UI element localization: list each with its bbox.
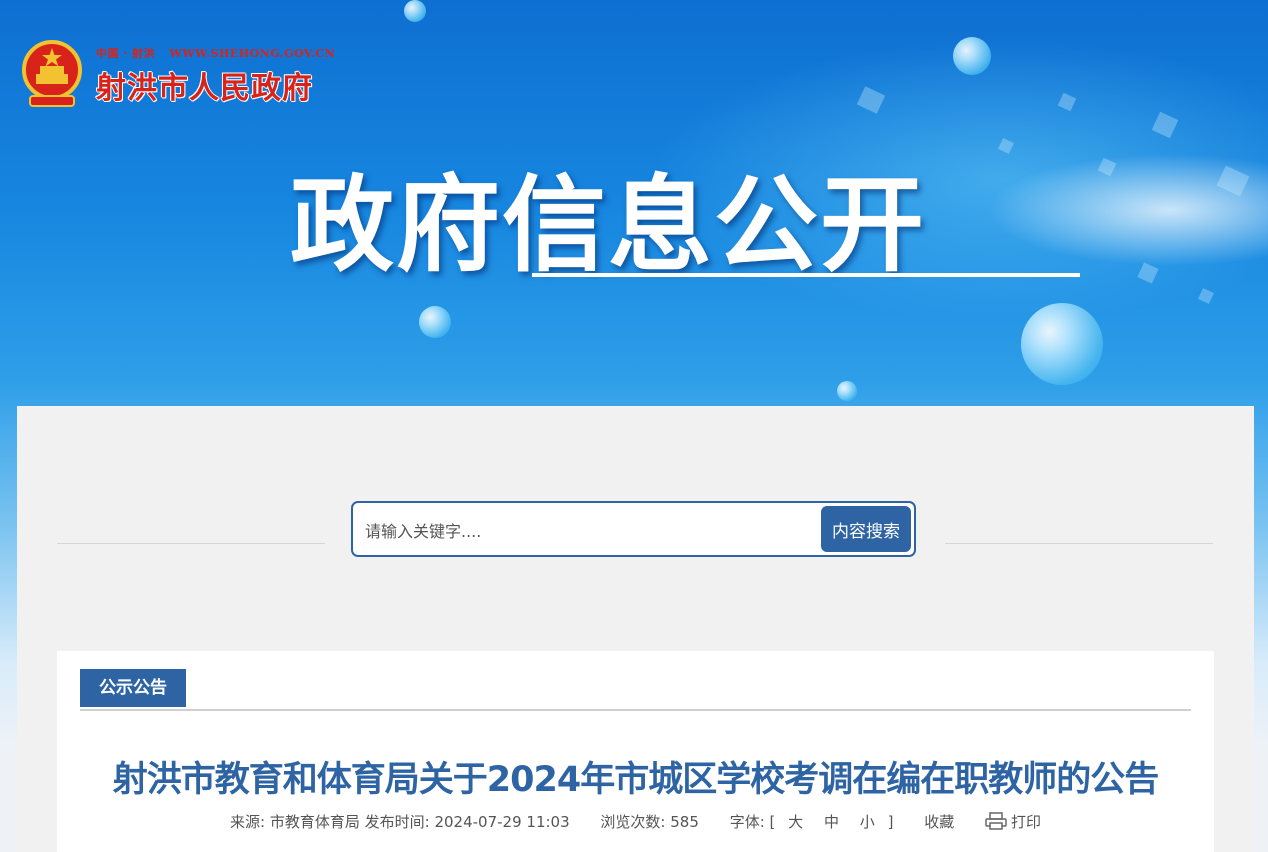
decorative-bubble [837,381,857,401]
category-tab-bar: 公示公告 [80,669,1191,711]
logo-country-city: 中国 · 射洪 [96,47,155,60]
source-label: 来源: [229,813,266,831]
decorative-bubble [404,0,426,22]
search-row: 内容搜索 [17,501,1254,561]
print-link[interactable]: 打印 [985,811,1041,832]
source-value: 市教育体育局 [269,813,360,831]
bracket-close: ] [887,813,894,831]
font-size-medium-button[interactable]: 中 [824,811,839,832]
font-size-large-button[interactable]: 大 [788,811,803,832]
decorative-cube [1137,262,1159,284]
site-logo[interactable]: 中国 · 射洪 WWW.SHEHONG.GOV.CN 射洪市人民政府 [20,40,335,112]
bracket-open: [ [769,813,776,831]
logo-subtitle: 中国 · 射洪 WWW.SHEHONG.GOV.CN [96,45,335,61]
content-panel: 内容搜索 公示公告 射洪市教育和体育局关于2024年市城区学校考调在编在职教师的… [17,406,1254,852]
hero-title: 政府信息公开 [290,164,927,286]
search-input[interactable] [363,515,817,547]
logo-domain: WWW.SHEHONG.GOV.CN [169,47,336,60]
views-value: 585 [670,813,699,831]
favorite-link[interactable]: 收藏 [924,811,954,832]
font-size-small-button[interactable]: 小 [860,811,875,832]
decorative-cube [998,138,1014,154]
site-name: 射洪市人民政府 [96,71,313,106]
printer-icon [985,812,1007,830]
print-label: 打印 [1011,813,1042,831]
decorative-cube [1097,157,1117,177]
search-box: 内容搜索 [351,501,916,557]
hero-underline [532,273,1080,277]
divider-right [945,543,1213,544]
article-meta: 来源: 市教育体育局 发布时间: 2024-07-29 11:03 浏览次数: … [57,811,1214,832]
article-title: 射洪市教育和体育局关于2024年市城区学校考调在编在职教师的公告 [112,760,1159,800]
decorative-cube [1057,92,1077,112]
divider-left [57,543,325,544]
decorative-cube [1151,111,1179,139]
decorative-bubble [419,306,451,338]
search-button[interactable]: 内容搜索 [821,506,911,552]
published-label: 发布时间: [364,813,430,831]
article-card: 公示公告 射洪市教育和体育局关于2024年市城区学校考调在编在职教师的公告 来源… [57,651,1214,852]
tab-announcements[interactable]: 公示公告 [80,669,186,707]
decorative-cube [1216,165,1250,197]
decorative-cube [1198,288,1214,304]
decorative-bubble [1021,303,1103,385]
views-label: 浏览次数: [600,813,666,831]
font-size-label: 字体: [729,813,765,831]
national-emblem-icon [20,40,84,112]
published-value: 2024-07-29 11:03 [434,813,570,831]
decorative-cube [856,86,886,114]
decorative-bubble [953,37,991,75]
